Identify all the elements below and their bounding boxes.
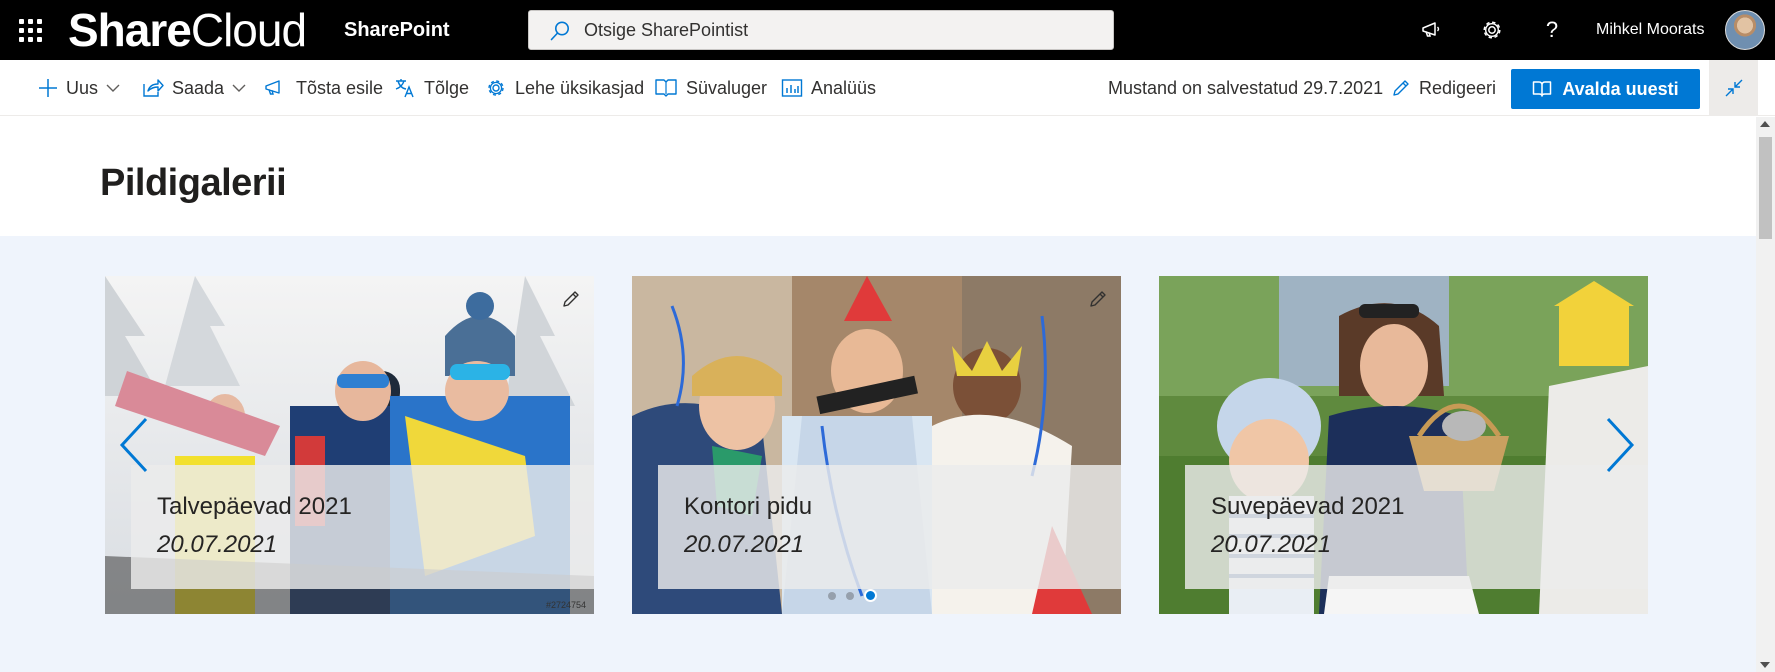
carousel-dot-active[interactable] bbox=[864, 589, 877, 602]
analytics-icon bbox=[781, 79, 803, 97]
chevron-down-icon bbox=[232, 84, 246, 92]
app-launcher-icon[interactable] bbox=[16, 16, 44, 44]
edit-button[interactable]: Redigeeri bbox=[1391, 60, 1496, 116]
gallery-card[interactable]: Talvepäevad 2021 20.07.2021 #2724754 bbox=[105, 276, 594, 614]
card-title: Suvepäevad 2021 bbox=[1211, 493, 1405, 520]
gallery-card[interactable]: Kontori pidu 20.07.2021 bbox=[632, 276, 1121, 614]
card-date: 20.07.2021 bbox=[684, 531, 805, 558]
republish-button[interactable]: Avalda uuesti bbox=[1511, 69, 1700, 109]
brand-logo[interactable]: ShareCloud bbox=[68, 4, 307, 56]
sharepoint-page: ShareCloud SharePoint ? Mihkel Moorats U… bbox=[0, 0, 1775, 672]
scrollbar-thumb[interactable] bbox=[1759, 137, 1772, 239]
avatar[interactable] bbox=[1725, 10, 1765, 50]
share-icon bbox=[143, 79, 164, 97]
plus-icon bbox=[39, 79, 57, 97]
search-input[interactable] bbox=[584, 11, 1084, 49]
carousel-dot[interactable] bbox=[828, 591, 836, 600]
card-caption: Talvepäevad 2021 20.07.2021 bbox=[131, 465, 594, 589]
page-scrollbar[interactable] bbox=[1756, 117, 1775, 672]
card-date: 20.07.2021 bbox=[1211, 531, 1332, 558]
translate-button[interactable]: Tõlge bbox=[394, 60, 469, 116]
carousel-prev-button[interactable] bbox=[114, 415, 154, 475]
edit-image-icon[interactable] bbox=[556, 284, 586, 314]
suite-bar: ShareCloud SharePoint ? Mihkel Moorats bbox=[0, 0, 1775, 60]
carousel-pagination bbox=[828, 589, 877, 602]
card-caption: Kontori pidu 20.07.2021 bbox=[658, 465, 1121, 589]
user-name[interactable]: Mihkel Moorats bbox=[1596, 21, 1704, 39]
carousel-dot[interactable] bbox=[846, 591, 854, 600]
command-bar: Uus Saada Tõsta esile Tõlge Lehe üksikas… bbox=[0, 60, 1775, 116]
gear-icon bbox=[488, 80, 504, 96]
carousel-next-button[interactable] bbox=[1600, 415, 1640, 475]
send-button[interactable]: Saada bbox=[142, 60, 246, 116]
gear-icon[interactable] bbox=[1476, 14, 1508, 46]
title-area: Pildigalerii bbox=[0, 117, 1756, 236]
saved-status: Mustand on salvestatud 29.7.2021 bbox=[1108, 78, 1384, 98]
gallery-section: Talvepäevad 2021 20.07.2021 #2724754 Kon… bbox=[0, 236, 1756, 672]
new-button[interactable]: Uus bbox=[38, 60, 120, 116]
chevron-down-icon bbox=[106, 84, 120, 92]
analytics-label: Analüüs bbox=[811, 77, 877, 98]
card-title: Kontori pidu bbox=[684, 493, 813, 520]
page-details-label: Lehe üksikasjad bbox=[515, 77, 645, 98]
app-name[interactable]: SharePoint bbox=[344, 19, 450, 42]
pencil-icon bbox=[1393, 80, 1409, 96]
immersive-reader-icon bbox=[655, 79, 677, 97]
immersive-reader-button[interactable]: Süvaluger bbox=[654, 60, 767, 116]
gallery-card[interactable]: Suvepäevad 2021 20.07.2021 bbox=[1159, 276, 1648, 614]
page-details-button[interactable]: Lehe üksikasjad bbox=[485, 60, 644, 116]
edit-image-icon[interactable] bbox=[1083, 284, 1113, 314]
translate-icon bbox=[395, 79, 414, 98]
megaphone-icon bbox=[265, 80, 280, 95]
card-date: 20.07.2021 bbox=[157, 531, 278, 558]
edit-label: Redigeeri bbox=[1419, 77, 1497, 98]
book-icon bbox=[1533, 81, 1552, 97]
search-icon bbox=[550, 21, 569, 41]
new-label: Uus bbox=[66, 77, 99, 98]
immersive-reader-label: Süvaluger bbox=[686, 77, 768, 98]
scroll-down-icon[interactable] bbox=[1760, 662, 1770, 668]
card-title: Talvepäevad 2021 bbox=[157, 493, 352, 520]
scroll-up-icon[interactable] bbox=[1760, 121, 1770, 127]
send-label: Saada bbox=[172, 77, 225, 98]
card-caption: Suvepäevad 2021 20.07.2021 bbox=[1185, 465, 1648, 589]
page-title: Pildigalerii bbox=[100, 162, 287, 204]
chevron-left-icon bbox=[119, 417, 148, 473]
promote-button[interactable]: Tõsta esile bbox=[264, 60, 383, 116]
translate-label: Tõlge bbox=[424, 77, 470, 98]
chevron-right-icon bbox=[1606, 417, 1635, 473]
republish-label: Avalda uuesti bbox=[1562, 78, 1679, 99]
image-watermark: #2724754 bbox=[545, 600, 586, 610]
help-icon[interactable]: ? bbox=[1536, 14, 1568, 46]
analytics-button[interactable]: Analüüs bbox=[781, 60, 876, 116]
promote-label: Tõsta esile bbox=[296, 77, 384, 98]
search-box[interactable] bbox=[528, 10, 1114, 50]
collapse-icon[interactable] bbox=[1709, 60, 1758, 116]
megaphone-icon[interactable] bbox=[1416, 14, 1448, 46]
